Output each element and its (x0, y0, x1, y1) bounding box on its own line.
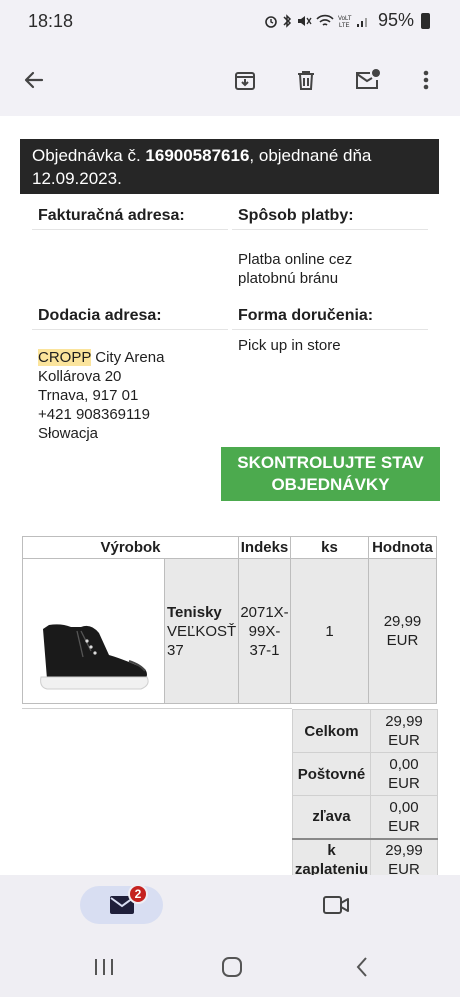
order-header: Objednávka č. 16900587616, objednané dňa… (20, 139, 439, 194)
totals-row: zľava 0,00 EUR (292, 795, 438, 839)
product-value-currency: EUR (386, 632, 419, 649)
shipping-country: Słowacja (38, 425, 99, 442)
header-index: Indeks (238, 536, 291, 559)
product-value-cell: 29,99 EUR (368, 558, 437, 704)
recents-button[interactable] (92, 955, 116, 979)
gmail-email-view: 18:18 VoLTELTE 95% O (0, 0, 460, 997)
mark-unread-button[interactable] (348, 60, 388, 100)
total-label: Celkom (292, 709, 371, 753)
svg-text:VoLTE: VoLTE (338, 16, 352, 22)
back-button[interactable] (14, 60, 54, 100)
store-name: City Arena (91, 349, 165, 366)
shipping-address: Dodacia adresa: CROPP City Arena Kolláro… (32, 306, 228, 443)
arrow-back-icon (24, 71, 44, 89)
product-qty-cell: 1 (290, 558, 369, 704)
billing-title: Fakturačná adresa: (32, 206, 228, 230)
table-header-row: Výrobok Indeks ks Hodnota (22, 536, 437, 559)
payment-line: Platba online cez (238, 251, 353, 268)
status-bar: 18:18 VoLTELTE 95% (0, 0, 460, 44)
unread-badge: 2 (128, 884, 148, 904)
recents-icon (95, 959, 113, 975)
totals-row: Celkom 29,99 EUR (292, 709, 438, 753)
mail-tab[interactable] (80, 886, 163, 924)
shipping-store: CROPP City Arena (38, 348, 228, 367)
email-toolbar (0, 44, 460, 116)
product-index-part: 2071X- (240, 603, 289, 621)
more-options-button[interactable] (406, 60, 446, 100)
archive-button[interactable] (225, 60, 265, 100)
system-back-button[interactable] (350, 955, 374, 979)
product-index-cell: 2071X- 99X- 37-1 (238, 558, 291, 704)
totals-row: k zaplateniu 29,99 EUR (292, 837, 438, 875)
signal-icon (356, 17, 367, 27)
product-name-cell: Tenisky VEĽKOSŤ 37 (164, 558, 239, 704)
svg-text:LTE: LTE (339, 23, 350, 29)
more-vert-icon (423, 70, 429, 90)
check-order-status-button[interactable]: SKONTROLUJTE STAV OBJEDNÁVKY (221, 447, 440, 501)
store-brand-highlight: CROPP (38, 349, 92, 366)
shipping-cost-value: 0,00 EUR (370, 752, 438, 796)
mute-icon (297, 15, 312, 26)
alarm-icon (265, 15, 277, 28)
bottom-navigation: 2 (0, 875, 460, 935)
product-name: Tenisky (167, 603, 222, 621)
volte-icon: VoLTELTE (338, 16, 352, 29)
trash-icon (298, 71, 314, 90)
product-value-amount: 29,99 (383, 613, 422, 630)
product-image-cell[interactable] (22, 558, 165, 704)
total-value: 29,99 EUR (370, 709, 438, 753)
discount-label: zľava (292, 795, 371, 839)
billing-address: Fakturačná adresa: (32, 206, 228, 230)
header-qty: ks (290, 536, 369, 559)
amount-due-value: 29,99 EUR (370, 837, 438, 875)
table-row: Tenisky VEĽKOSŤ 37 2071X- 99X- 37-1 1 29… (22, 558, 437, 704)
bluetooth-icon (283, 13, 292, 28)
video-camera-icon (323, 896, 349, 914)
shipping-street: Kollárova 20 (38, 368, 122, 385)
product-size-label: VEĽKOSŤ (167, 622, 237, 640)
shipping-body: CROPP City Arena Kollárova 20 Trnava, 91… (32, 330, 228, 443)
system-navigation (0, 935, 460, 997)
table-divider (22, 708, 292, 709)
shipping-city: Trnava, 917 01 (38, 387, 139, 404)
payment-line: platobnú bránu (238, 270, 339, 287)
product-image[interactable] (25, 561, 161, 701)
status-icons: VoLTELTE 95% (264, 10, 430, 31)
product-table: Výrobok Indeks ks Hodnota Tenisky VEĽKOS… (22, 536, 437, 704)
sneaker-image-icon (40, 624, 149, 690)
totals-row: Poštovné 0,00 EUR (292, 752, 438, 796)
shipping-phone[interactable]: +421 908369119 (38, 405, 228, 424)
totals-table: Celkom 29,99 EUR Poštovné 0,00 EUR zľava 0… (292, 709, 438, 875)
product-index-part: 99X- (248, 622, 281, 640)
home-icon (222, 957, 242, 977)
meet-tab[interactable] (320, 891, 352, 919)
payment-method: Spôsob platby: Platba online cez platobn… (232, 206, 428, 288)
product-size-value: 37 (167, 641, 184, 659)
delete-button[interactable] (286, 60, 326, 100)
delivery-title: Forma doručenia: (232, 306, 428, 330)
back-chevron-icon (356, 957, 367, 977)
order-number: 16900587616 (145, 146, 250, 165)
order-prefix: Objednávka č. (32, 146, 146, 165)
battery-percent: 95% (377, 10, 414, 30)
home-button[interactable] (220, 955, 244, 979)
payment-title: Spôsob platby: (232, 206, 428, 230)
shipping-cost-label: Poštovné (292, 752, 371, 796)
delivery-method: Forma doručenia: Pick up in store (232, 306, 428, 355)
battery-icon (421, 12, 430, 29)
shipping-title: Dodacia adresa: (32, 306, 228, 330)
discount-value: 0,00 EUR (370, 795, 438, 839)
header-value: Hodnota (368, 536, 437, 559)
wifi-icon (316, 14, 334, 26)
delivery-value: Pick up in store (238, 337, 341, 354)
product-index-part: 37-1 (249, 641, 280, 659)
payment-body: Platba online cez platobnú bránu (232, 230, 428, 288)
amount-due-label: k zaplateniu (292, 837, 371, 875)
mark-unread-icon (356, 69, 380, 89)
status-time: 18:18 (28, 11, 74, 31)
header-product: Výrobok (22, 536, 239, 559)
archive-icon (235, 72, 255, 90)
email-body: Objednávka č. 16900587616, objednané dňa… (0, 116, 460, 875)
